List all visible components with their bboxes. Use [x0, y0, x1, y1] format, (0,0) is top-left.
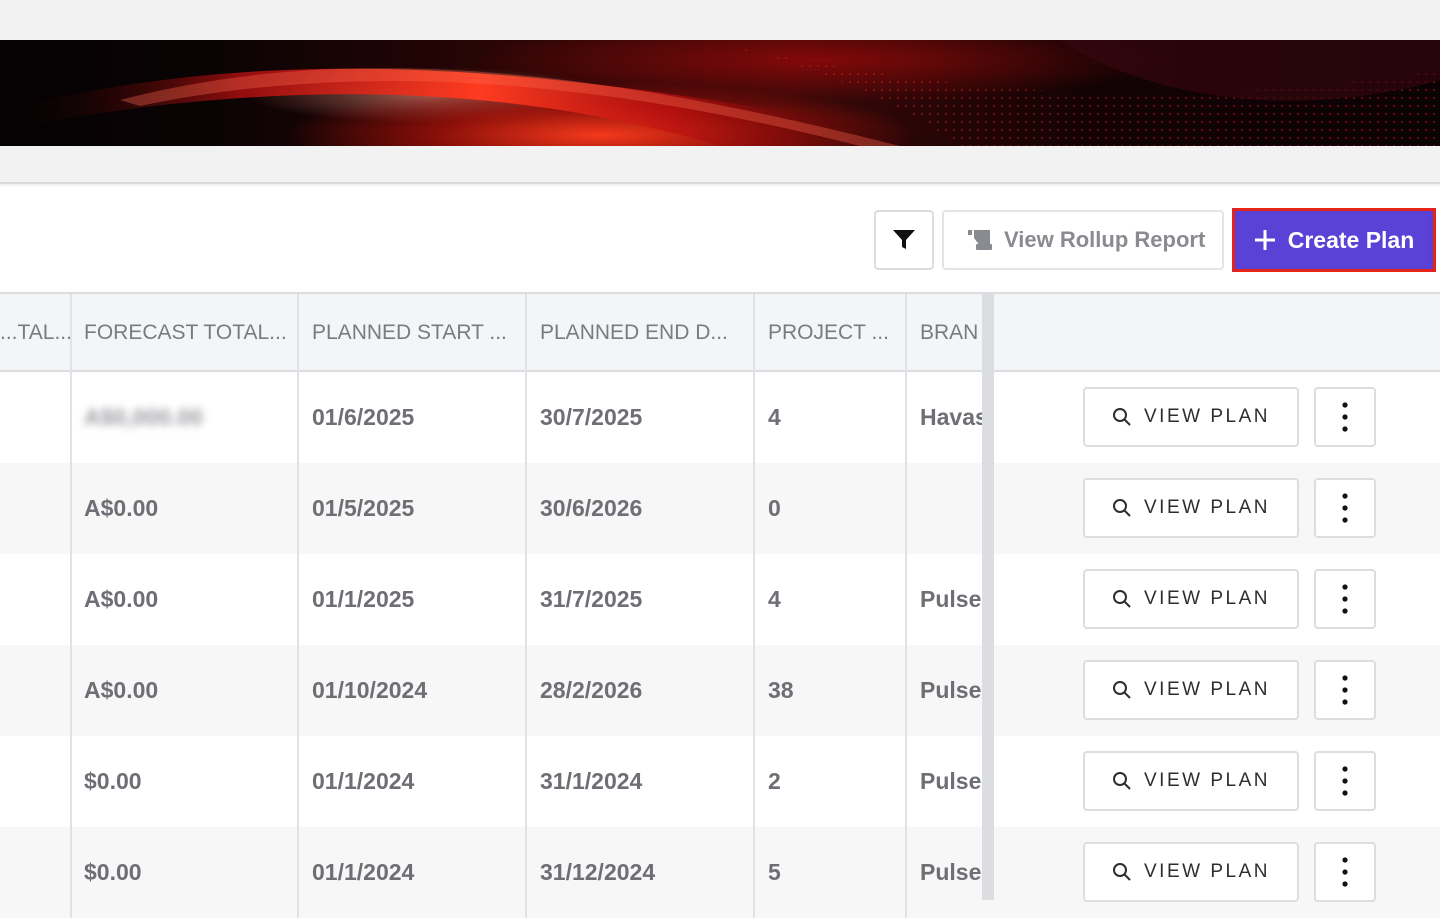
table-row: A$0.00 01/1/2025 31/7/2025 4 Pulse VIEW …: [0, 554, 1440, 645]
view-plan-button[interactable]: VIEW PLAN: [1083, 478, 1299, 538]
view-plan-label: VIEW PLAN: [1144, 679, 1270, 700]
table-cell-forecast: A$0.00: [70, 645, 299, 736]
view-plan-button[interactable]: VIEW PLAN: [1083, 387, 1299, 447]
table-cell-start: 01/10/2024: [298, 645, 527, 736]
search-icon: [1113, 590, 1131, 608]
table-cell-start: 01/1/2025: [298, 554, 527, 645]
horizontal-scroll-divider[interactable]: [982, 294, 994, 900]
search-icon: [1113, 681, 1131, 699]
create-plan-button[interactable]: Create Plan: [1232, 208, 1436, 272]
view-plan-button[interactable]: VIEW PLAN: [1083, 751, 1299, 811]
table-cell-project: 2: [754, 736, 907, 827]
row-actions-button[interactable]: [1314, 842, 1376, 902]
search-icon: [1113, 499, 1131, 517]
view-rollup-report-button[interactable]: View Rollup Report: [942, 210, 1224, 270]
table-cell-brand: Havas: [920, 404, 984, 430]
create-plan-label: Create Plan: [1287, 226, 1415, 253]
search-icon: [1113, 863, 1131, 881]
table-cell-start: 01/6/2025: [298, 372, 527, 463]
column-header-project[interactable]: PROJECT ...: [754, 294, 907, 372]
row-actions-button[interactable]: [1314, 660, 1376, 720]
kebab-menu-icon: [1342, 402, 1348, 432]
table-cell: [0, 645, 72, 736]
row-actions-button[interactable]: [1314, 751, 1376, 811]
table-cell-end: 30/6/2026: [526, 463, 755, 554]
table-cell-project: 5: [754, 827, 907, 918]
row-actions-button[interactable]: [1314, 478, 1376, 538]
table-row: A$0.00 01/10/2024 28/2/2026 38 Pulse VIE…: [0, 645, 1440, 736]
table-cell-brand: Pulse: [920, 586, 982, 612]
table-cell: [0, 736, 72, 827]
column-header-planned-start[interactable]: PLANNED START ...: [298, 294, 527, 372]
column-header-brand[interactable]: BRAN: [906, 294, 984, 372]
table-cell-end: 31/7/2025: [526, 554, 755, 645]
table-cell-forecast: $0.00: [70, 827, 299, 918]
table-cell-brand: Pulse: [920, 859, 982, 885]
table-row: A$0.00 01/5/2025 30/6/2026 0 VIEW PLAN: [0, 463, 1440, 554]
view-rollup-report-label: View Rollup Report: [1004, 227, 1206, 252]
column-header-total[interactable]: ...TAL...: [0, 294, 72, 372]
table-cell-project: 4: [754, 554, 907, 645]
plans-panel: View Rollup Report Create Plan ...TAL...…: [0, 186, 1440, 918]
kebab-menu-icon: [1342, 675, 1348, 705]
table-cell-end: 28/2/2026: [526, 645, 755, 736]
table-cell-project: 4: [754, 372, 907, 463]
row-actions-button[interactable]: [1314, 387, 1376, 447]
view-plan-button[interactable]: VIEW PLAN: [1083, 569, 1299, 629]
toolbar: View Rollup Report Create Plan: [0, 186, 1440, 294]
search-icon: [1113, 408, 1131, 426]
table-cell-project: 0: [754, 463, 907, 554]
table-cell-start: 01/1/2024: [298, 736, 527, 827]
plus-icon: [1254, 230, 1275, 250]
table-row: A$0,000.00 01/6/2025 30/7/2025 4 Havas V…: [0, 372, 1440, 463]
filter-button[interactable]: [874, 210, 934, 270]
section-spacer: [0, 146, 1440, 184]
kebab-menu-icon: [1342, 584, 1348, 614]
table-cell-brand: Pulse: [920, 677, 982, 703]
table-cell-end: 31/1/2024: [526, 736, 755, 827]
table-cell-start: 01/1/2024: [298, 827, 527, 918]
kebab-menu-icon: [1342, 766, 1348, 796]
table-row: $0.00 01/1/2024 31/12/2024 5 Pulse VIEW …: [0, 827, 1440, 918]
table-cell-end: 30/7/2025: [526, 372, 755, 463]
table-cell-forecast: A$0.00: [70, 554, 299, 645]
view-plan-label: VIEW PLAN: [1144, 588, 1270, 609]
table-cell-start: 01/5/2025: [298, 463, 527, 554]
row-actions-button[interactable]: [1314, 569, 1376, 629]
column-header-planned-end[interactable]: PLANNED END D...: [526, 294, 755, 372]
kebab-menu-icon: [1342, 857, 1348, 887]
view-plan-label: VIEW PLAN: [1144, 770, 1270, 791]
table-cell: [0, 554, 72, 645]
top-spacer: [0, 0, 1440, 40]
view-plan-button[interactable]: VIEW PLAN: [1083, 842, 1299, 902]
table-cell: [0, 372, 72, 463]
table-cell-forecast: $0.00: [70, 736, 299, 827]
table-header: ...TAL... FORECAST TOTAL... PLANNED STAR…: [0, 294, 1440, 372]
banner-graphic: [0, 40, 1440, 146]
search-icon: [1113, 772, 1131, 790]
table-cell-forecast: A$0,000.00: [70, 372, 299, 463]
table-cell-forecast: A$0.00: [70, 463, 299, 554]
table-cell-end: 31/12/2024: [526, 827, 755, 918]
table-cell-brand: [906, 463, 984, 554]
kebab-menu-icon: [1342, 493, 1348, 523]
view-plan-label: VIEW PLAN: [1144, 497, 1270, 518]
view-plan-button[interactable]: VIEW PLAN: [1083, 660, 1299, 720]
column-header-forecast-total[interactable]: FORECAST TOTAL...: [70, 294, 299, 372]
header-banner: [0, 40, 1440, 146]
table-row: $0.00 01/1/2024 31/1/2024 2 Pulse VIEW P…: [0, 736, 1440, 827]
filter-icon: [893, 230, 915, 249]
table-cell: [0, 827, 72, 918]
view-plan-label: VIEW PLAN: [1144, 861, 1270, 882]
table-cell: [0, 463, 72, 554]
table-cell-project: 38: [754, 645, 907, 736]
table-cell-brand: Pulse: [920, 768, 982, 794]
view-plan-label: VIEW PLAN: [1144, 406, 1270, 427]
report-icon: [968, 230, 992, 250]
